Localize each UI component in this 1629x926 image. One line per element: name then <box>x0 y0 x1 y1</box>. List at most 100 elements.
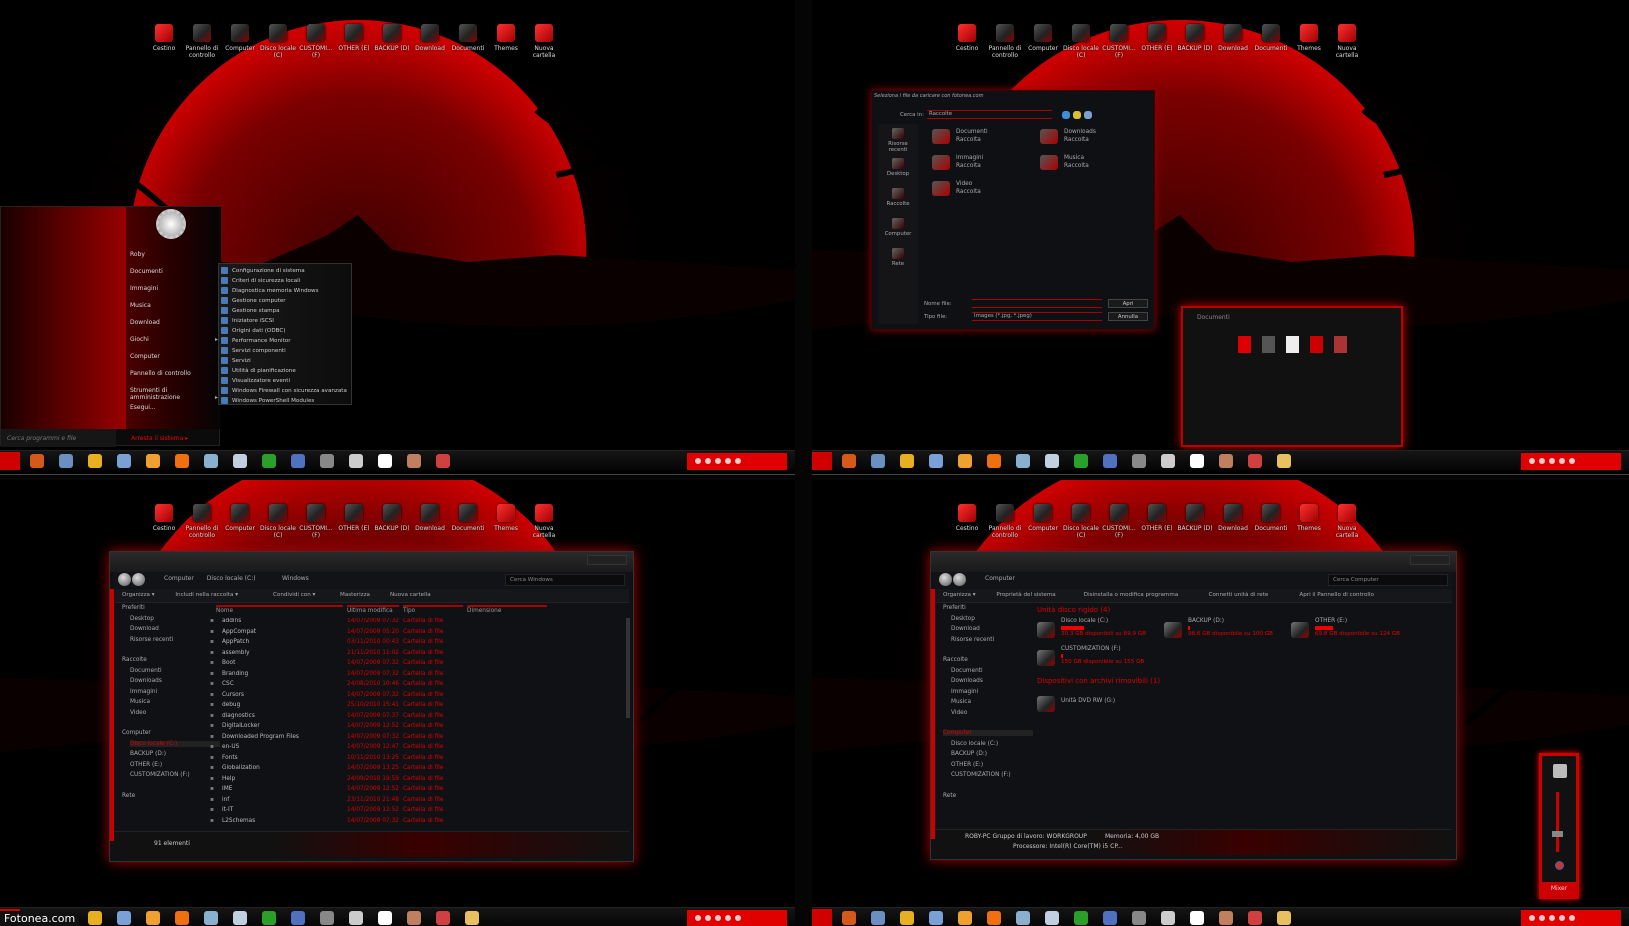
forward-button[interactable] <box>132 573 145 586</box>
desktop-icon[interactable]: Pannello di controllo <box>986 24 1024 59</box>
paint-icon[interactable] <box>291 911 305 925</box>
desktop-icon[interactable]: Nuova cartella <box>525 24 563 59</box>
desktop-icon[interactable]: OTHER (E) <box>1138 504 1176 532</box>
submenu-item[interactable]: Configurazione di sistema <box>221 266 305 276</box>
tool-icon[interactable] <box>1132 911 1146 925</box>
avast-icon[interactable] <box>958 911 972 925</box>
desktop-icon[interactable]: Disco locale (C) <box>1062 504 1100 539</box>
table-row[interactable]: ▪ Fonts 10/11/2010 13:25 Cartella di file <box>110 755 625 765</box>
network-icon[interactable] <box>725 458 731 464</box>
desktop-icon[interactable]: OTHER (E) <box>335 24 373 52</box>
command-button[interactable]: Apri il Pannello di controllo <box>1299 592 1374 598</box>
desktop-icon[interactable]: Documenti <box>449 24 487 52</box>
desktop-icon[interactable]: Disco locale (C) <box>259 504 297 539</box>
table-row[interactable]: ▪ AppCompat 14/07/2009 05:20 Cartella di fi… <box>110 629 625 639</box>
vlc-icon[interactable] <box>175 911 189 925</box>
color-app-icon[interactable] <box>1219 911 1233 925</box>
submenu-item[interactable]: Origini dati (ODBC) <box>221 326 285 336</box>
explorer-folder-icon[interactable] <box>1277 454 1291 468</box>
calculator-icon[interactable] <box>233 911 247 925</box>
new-folder-icon[interactable] <box>1073 111 1081 119</box>
nav-item[interactable]: Preferiti <box>943 605 966 611</box>
launcher-icon[interactable] <box>1161 454 1175 468</box>
table-row[interactable]: ▪ inf 23/11/2010 21:48 Cartella di file <box>110 797 625 807</box>
desktop-icon[interactable]: Themes <box>487 504 525 532</box>
dvd-drive-item[interactable]: Unità DVD RW (G:) <box>1037 692 1157 722</box>
utorrent-icon[interactable] <box>1074 454 1088 468</box>
group-header[interactable]: Dispositivi con archivi rimovibili (1) <box>1037 677 1160 685</box>
nav-item[interactable]: OTHER (E:) <box>951 762 983 768</box>
desktop-icon[interactable]: Computer <box>1024 504 1062 532</box>
desktop-icon[interactable]: Download <box>1214 504 1252 532</box>
calculator-icon[interactable] <box>1045 911 1059 925</box>
notepad-icon[interactable] <box>1016 454 1030 468</box>
place-item[interactable]: Rete <box>878 248 918 267</box>
system-monitor-icon[interactable] <box>929 454 943 468</box>
library-item[interactable]: Video Raccolta <box>932 179 1022 201</box>
nav-item[interactable]: Desktop <box>951 616 975 622</box>
avast-icon[interactable] <box>146 454 160 468</box>
update-icon[interactable] <box>705 915 711 921</box>
desktop-icon[interactable]: Documenti <box>449 504 487 532</box>
desktop-icon[interactable]: OTHER (E) <box>335 504 373 532</box>
submenu-item[interactable]: Diagnostica memoria Windows <box>221 286 319 296</box>
show-hidden-icon[interactable] <box>695 458 701 464</box>
start-menu-item[interactable]: Pannello di controllo <box>130 370 218 377</box>
cancel-button[interactable]: Annulla <box>1108 312 1148 321</box>
network-icon[interactable] <box>1559 458 1565 464</box>
table-row[interactable]: ▪ Branding 14/07/2009 07:32 Cartella di fil… <box>110 671 625 681</box>
search-input[interactable]: Cerca programmi e file <box>1 429 116 447</box>
res-icon[interactable] <box>378 911 392 925</box>
drive-item[interactable]: OTHER (E:) 69,8 GB disponibile su 124 GB <box>1291 618 1411 648</box>
flag-icon[interactable] <box>1549 458 1555 464</box>
desktop-icon[interactable]: Disco locale (C) <box>259 24 297 59</box>
table-row[interactable]: ▪ assembly 21/11/2010 11:02 Cartella di fil… <box>110 650 625 660</box>
network-icon[interactable] <box>725 915 731 921</box>
show-hidden-icon[interactable] <box>1529 915 1535 921</box>
desktop-icon[interactable]: Computer <box>221 504 259 532</box>
start-menu-item[interactable]: Esegui... <box>130 404 218 411</box>
scrollbar[interactable] <box>626 618 630 718</box>
command-button[interactable]: Organizza ▾ <box>122 592 155 598</box>
nav-item[interactable]: CUSTOMIZATION (F:) <box>951 772 1011 778</box>
yellow-app-icon[interactable] <box>900 454 914 468</box>
table-row[interactable]: ▪ Downloaded Program Files 14/07/2009 07:3… <box>110 734 625 744</box>
yellow-app-icon[interactable] <box>900 911 914 925</box>
volume-icon[interactable] <box>735 915 741 921</box>
table-row[interactable]: ▪ Cursors 14/07/2009 07:32 Cartella di file <box>110 692 625 702</box>
wrench-icon[interactable] <box>436 454 450 468</box>
avast-icon[interactable] <box>146 911 160 925</box>
table-row[interactable]: ▪ IME 14/07/2009 12:52 Cartella di file <box>110 786 625 796</box>
drive-item[interactable]: Disco locale (C:) 30,3 GB disponibili su … <box>1037 618 1157 648</box>
library-item[interactable]: Musica Raccolta <box>1040 153 1130 175</box>
table-row[interactable]: ▪ DigitalLocker 14/07/2009 12:52 Cartella d… <box>110 723 625 733</box>
look-in-select[interactable]: Raccolte <box>927 110 1052 119</box>
desktop-icon[interactable]: BACKUP (D) <box>373 24 411 52</box>
table-row[interactable]: ▪ Globalization 14/07/2009 13:25 Cartella d… <box>110 765 625 775</box>
start-menu-item[interactable]: Giochi ▸ <box>130 336 218 343</box>
desktop-icon[interactable]: Pannello di controllo <box>183 504 221 539</box>
yellow-app-icon[interactable] <box>88 911 102 925</box>
show-hidden-icon[interactable] <box>695 915 701 921</box>
submenu-item[interactable]: Windows Firewall con sicurezza avanzata <box>221 386 347 396</box>
desktop-icon[interactable]: CUSTOMI... (F) <box>1100 24 1138 59</box>
desktop-icon[interactable]: Computer <box>221 24 259 52</box>
volume-icon[interactable] <box>1569 915 1575 921</box>
calculator-icon[interactable] <box>233 454 247 468</box>
desktop-icon[interactable]: Themes <box>1290 504 1328 532</box>
start-button[interactable] <box>0 452 20 470</box>
start-button[interactable] <box>812 909 832 926</box>
desktop-icon[interactable]: Documenti <box>1252 24 1290 52</box>
start-menu-item[interactable]: Immagini <box>130 285 218 292</box>
desktop-icon[interactable]: Pannello di controllo <box>183 24 221 59</box>
start-menu-item[interactable]: Strumenti di amministrazione ▸ <box>130 387 218 401</box>
paint-icon[interactable] <box>291 454 305 468</box>
desktop-icon[interactable]: Download <box>1214 24 1252 52</box>
volume-slider-thumb[interactable] <box>1552 831 1563 837</box>
color-app-icon[interactable] <box>1219 454 1233 468</box>
explorer-folder-icon[interactable] <box>465 911 479 925</box>
system-monitor-icon[interactable] <box>117 454 131 468</box>
submenu-item[interactable]: Windows PowerShell Modules <box>221 396 314 406</box>
command-button[interactable]: Condividi con ▾ <box>273 592 315 598</box>
drive-item[interactable]: CUSTOMIZATION (F:) 150 GB disponibile su … <box>1037 646 1157 676</box>
